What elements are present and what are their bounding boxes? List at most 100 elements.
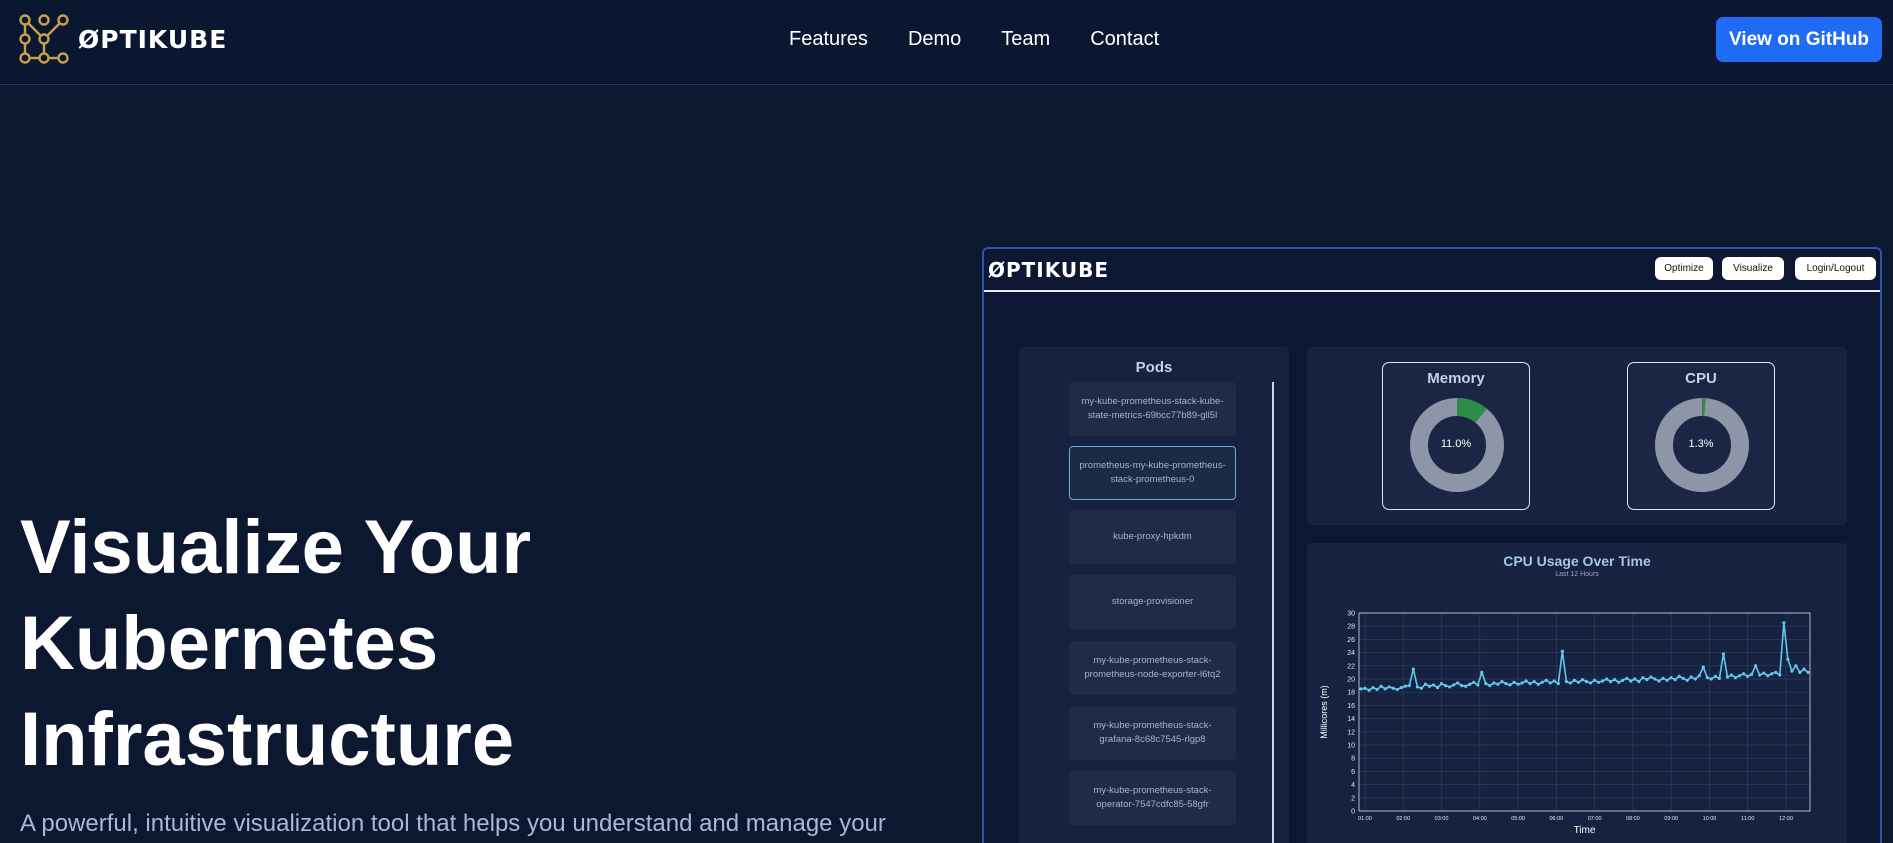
preview-brand: ØPTIKUBE [988,258,1110,282]
cpu-gauge: CPU 1.3% [1627,362,1775,510]
x-tick-label: 05:00 [1511,816,1525,822]
y-tick-label: 30 [1347,611,1355,618]
pod-item[interactable]: my-kube-prometheus-stack-prometheus-node… [1069,641,1236,695]
cpu-data-point [1379,684,1383,688]
nav-link-features[interactable]: Features [789,28,868,51]
y-tick-label: 18 [1347,690,1355,697]
cpu-data-point [1371,685,1375,690]
pod-item[interactable]: kube-proxy-hpkdm [1069,510,1236,564]
pods-scrollbar[interactable] [1272,382,1274,843]
cpu-data-point [1605,677,1609,681]
nav-link-demo[interactable]: Demo [908,28,961,51]
cpu-data-point [1617,680,1621,684]
y-tick-label: 20 [1347,677,1355,684]
memory-gauge: Memory 11.0% [1382,362,1530,510]
cpu-data-point [1601,679,1605,683]
cpu-data-point [1762,671,1766,675]
cpu-data-point [1572,678,1577,682]
cpu-data-point [1596,680,1601,684]
gauge-title: CPU [1685,370,1717,387]
y-tick-label: 8 [1351,756,1355,763]
cpu-data-point [1520,681,1524,685]
cpu-data-point [1387,685,1391,689]
cpu-data-point [1476,683,1480,687]
cpu-data-point [1689,675,1693,679]
pod-item[interactable]: my-kube-prometheus-stack-grafana-8c68c75… [1069,706,1236,760]
cpu-data-point [1484,682,1488,686]
cpu-data-point [1758,673,1762,677]
cpu-data-point [1391,686,1395,690]
cpu-data-point [1725,675,1730,679]
cpu-data-point [1806,670,1810,674]
cpu-data-point [1423,682,1428,686]
cpu-data-point [1737,674,1742,678]
pod-item[interactable]: storage-provisioner [1069,575,1236,629]
x-tick-label: 03:00 [1435,816,1449,822]
x-tick-label: 02:00 [1396,816,1410,822]
cpu-line-chart: 02468101214161820222426283001:00 02:00 03:… [1319,611,1811,836]
y-tick-label: 28 [1347,624,1355,631]
gauge-value: 1.3% [1688,438,1714,450]
pod-item[interactable]: my-kube-prometheus-stack-kube-state-metr… [1069,382,1236,436]
x-tick-label: 08:00 [1626,816,1640,822]
optimize-button[interactable]: Optimize [1655,257,1713,280]
cpu-data-point [1592,678,1597,682]
cpu-data-point [1685,678,1689,682]
view-on-github-button[interactable]: View on GitHub [1716,17,1882,62]
x-tick-label: 01:00 [1358,816,1372,822]
cpu-data-point [1766,674,1770,678]
cpu-data-point [1399,685,1403,690]
cpu-data-point [1512,680,1516,684]
cpu-data-point [1584,680,1589,684]
cpu-data-point [1745,674,1750,678]
cpu-data-point [1359,687,1363,691]
cpu-data-point [1802,667,1806,671]
login-logout-button[interactable]: Login/Logout [1795,257,1876,280]
cpu-data-point [1681,676,1685,680]
cpu-data-point [1516,682,1520,686]
y-tick-label: 26 [1347,637,1355,644]
cpu-data-point [1782,621,1786,625]
cpu-data-point [1669,676,1673,680]
y-tick-label: 6 [1351,769,1355,776]
pod-item-selected[interactable]: prometheus-my-kube-prometheus-stack-prom… [1069,446,1236,500]
cpu-data-point [1544,678,1548,682]
cpu-data-point [1794,664,1798,668]
cpu-data-point [1407,684,1411,688]
network-logo-icon [19,14,69,64]
cpu-data-point [1721,652,1726,656]
nav-link-team[interactable]: Team [1001,28,1050,51]
logo[interactable]: ØPTIKUBE [18,13,227,65]
cpu-chart-panel: CPU Usage Over Time Last 12 Hours 024681… [1307,543,1847,843]
cpu-data-point [1419,686,1424,690]
cpu-data-point [1701,665,1705,669]
x-tick-label: 07:00 [1588,816,1602,822]
cpu-data-point [1778,673,1782,677]
x-tick-label: 10:00 [1703,816,1717,822]
cpu-data-point [1492,681,1496,685]
pod-item[interactable]: my-kube-prometheus-stack-operator-7547cd… [1069,771,1236,825]
pods-title: Pods [1135,359,1173,376]
cpu-data-point [1435,685,1440,690]
cpu-data-point [1447,685,1452,689]
y-tick-label: 16 [1347,703,1355,710]
x-tick-label: 11:00 [1741,816,1754,822]
cpu-data-point [1774,670,1778,674]
cpu-data-point [1456,681,1460,685]
nav-link-contact[interactable]: Contact [1090,28,1159,51]
cpu-data-point [1540,680,1544,684]
cpu-data-point [1431,683,1436,687]
y-tick-label: 2 [1351,795,1355,802]
cpu-data-point [1375,687,1379,692]
x-tick-label: 04:00 [1473,816,1487,822]
gauges-panel: Memory 11.0% CPU 1.3% [1307,347,1847,525]
cpu-data-point [1697,674,1701,678]
y-tick-label: 0 [1351,809,1355,816]
cpu-data-point [1439,682,1444,686]
visualize-button[interactable]: Visualize [1722,257,1784,280]
y-tick-label: 22 [1347,663,1355,670]
cpu-data-point [1443,684,1448,688]
cpu-data-point [1528,682,1532,686]
cpu-data-point [1363,686,1367,690]
top-navbar: ØPTIKUBE Features Demo Team Contact View… [0,0,1893,85]
